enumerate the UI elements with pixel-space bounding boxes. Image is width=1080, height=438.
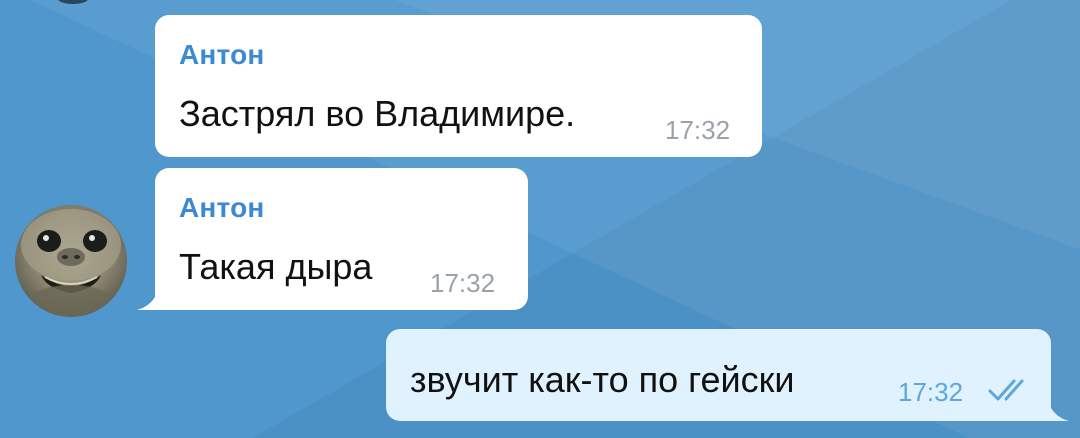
bubble-tail [1037,391,1069,421]
message-time: 17:32 [430,268,496,298]
double-check-icon [988,379,1024,401]
message-time: 17:32 [898,377,964,407]
seal-avatar[interactable] [15,205,127,317]
seal-avatar-image [15,205,127,317]
message-bubble-incoming[interactable]: Антон Такая дыра 17:32 [137,168,528,310]
message-text: Застрял во Владимире. [179,93,576,134]
message-text: Такая дыра [179,246,373,287]
message-time: 17:32 [665,115,731,145]
bubble-tail [137,280,169,310]
sender-name[interactable]: Антон [179,192,265,224]
sender-name[interactable]: Антон [179,39,265,71]
message-text: звучит как-то по гейски [410,359,795,400]
message-bubble-incoming[interactable]: Антон Застрял во Владимире. 17:32 [155,15,762,157]
message-bubble-outgoing[interactable]: звучит как-то по гейски 17:32 [386,329,1069,421]
